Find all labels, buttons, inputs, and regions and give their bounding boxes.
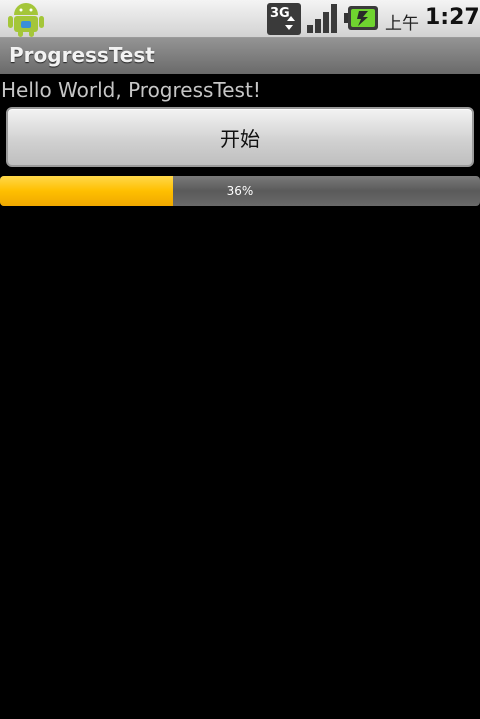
3g-data-icon: 3G	[267, 3, 301, 35]
app-title: ProgressTest	[9, 43, 155, 67]
status-time: 1:27	[425, 5, 480, 30]
status-bar: 3G 上午 1:27	[0, 0, 480, 38]
3g-label: 3G	[270, 6, 290, 21]
progress-bar: 36%	[0, 176, 480, 206]
status-ampm: 上午	[385, 14, 419, 34]
android-robot-icon	[6, 1, 46, 37]
battery-charging-icon	[344, 6, 378, 30]
hello-text: Hello World, ProgressTest!	[1, 78, 261, 102]
start-button[interactable]: 开始	[6, 107, 474, 167]
progress-label: 36%	[226, 184, 254, 198]
title-bar: ProgressTest	[0, 38, 480, 74]
signal-strength-icon	[306, 3, 340, 33]
